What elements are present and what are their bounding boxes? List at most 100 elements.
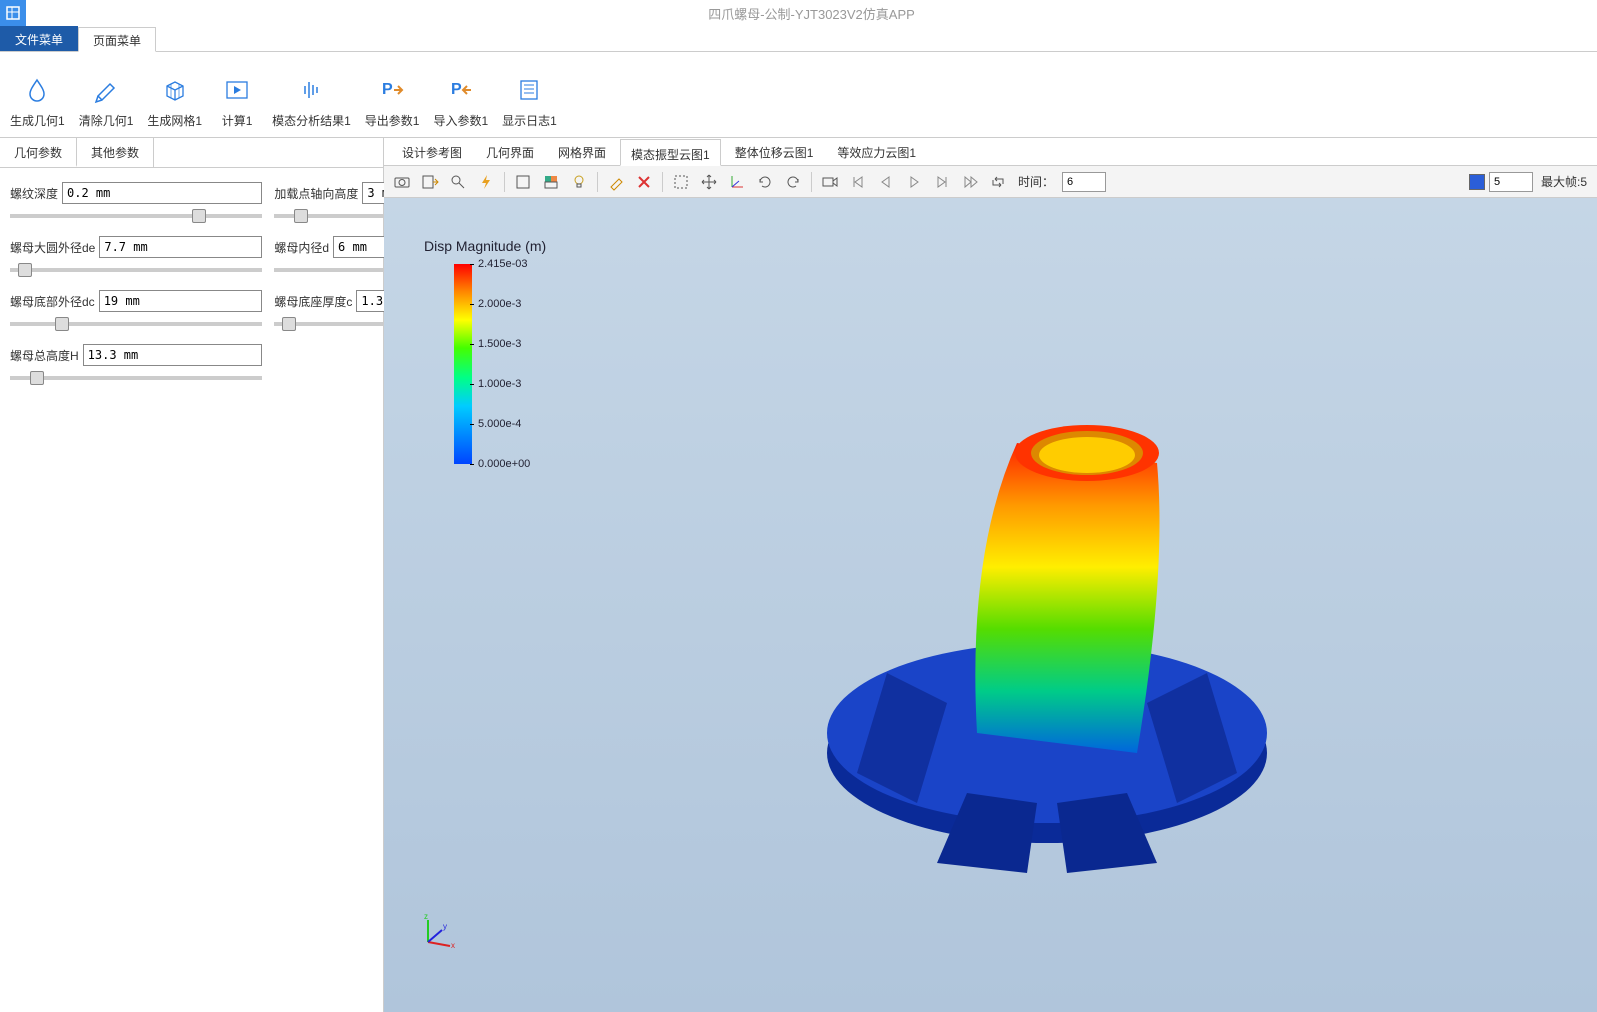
skip-end-icon[interactable] (958, 170, 982, 194)
ribbon-modal-result[interactable]: 模态分析结果1 (266, 58, 357, 131)
svg-text:z: z (424, 912, 428, 921)
ribbon-clear-geom[interactable]: 清除几何1 (73, 58, 140, 131)
waveform-icon (295, 74, 327, 106)
titlebar: 四爪螺母-公制-YJT3023V2仿真APP (0, 0, 1597, 26)
view-tab-1[interactable]: 几何界面 (476, 138, 544, 165)
view-tab-4[interactable]: 整体位移云图1 (725, 138, 824, 165)
lightbulb-icon[interactable] (567, 170, 591, 194)
move-icon[interactable] (697, 170, 721, 194)
legend-tick: 0.000e+00 (478, 458, 530, 470)
slider-thumb[interactable] (30, 371, 44, 385)
axes-icon[interactable] (725, 170, 749, 194)
view-tab-2[interactable]: 网格界面 (548, 138, 616, 165)
param-label: 螺母总高度H (10, 347, 79, 364)
param-label: 螺母底部外径dc (10, 293, 95, 310)
legend-tick: 1.000e-3 (478, 378, 521, 390)
app-title: 四爪螺母-公制-YJT3023V2仿真APP (26, 4, 1597, 23)
color-swatch[interactable] (1469, 174, 1485, 190)
canvas-3d[interactable]: Disp Magnitude (m) 2.415e-032.000e-31.50… (384, 198, 1597, 1012)
legend-colorbar: 2.415e-032.000e-31.500e-31.000e-35.000e-… (454, 264, 472, 464)
view-tab-0[interactable]: 设计参考图 (392, 138, 472, 165)
svg-text:y: y (443, 922, 447, 931)
ribbon-gen-mesh[interactable]: 生成网格1 (141, 58, 208, 131)
select-box-icon[interactable] (669, 170, 693, 194)
ribbon: 生成几何1 清除几何1 生成网格1 计算1 模态分析结果1 P 导出参数1 P … (0, 52, 1597, 138)
ribbon-import-param[interactable]: P 导入参数1 (427, 58, 494, 131)
slider-thumb[interactable] (282, 317, 296, 331)
param-label: 加载点轴向高度 (274, 185, 358, 202)
view-mode-icon[interactable] (511, 170, 535, 194)
brush-icon (90, 74, 122, 106)
delete-icon[interactable] (632, 170, 656, 194)
side-tab-geom[interactable]: 几何参数 (0, 138, 77, 167)
skip-start-icon[interactable] (846, 170, 870, 194)
lightning-icon[interactable] (474, 170, 498, 194)
play2-icon[interactable] (902, 170, 926, 194)
camera-icon[interactable] (390, 170, 414, 194)
param-input[interactable] (99, 290, 263, 312)
menu-tab-page[interactable]: 页面菜单 (78, 27, 156, 52)
legend-title: Disp Magnitude (m) (424, 238, 546, 254)
param-0: 螺纹深度 (10, 182, 262, 218)
legend-tick: 2.415e-03 (478, 258, 528, 270)
side-tab-other[interactable]: 其他参数 (77, 138, 154, 167)
max-frame-label: 最大帧:5 (1541, 173, 1587, 190)
prev-icon[interactable] (874, 170, 898, 194)
menu-tab-file[interactable]: 文件菜单 (0, 26, 78, 51)
side-tabs: 几何参数 其他参数 (0, 138, 383, 168)
view-toolbar: 时间： 最大帧:5 (384, 166, 1597, 198)
view-tab-3[interactable]: 模态振型云图1 (620, 139, 721, 166)
svg-text:P: P (382, 81, 393, 98)
param-4: 螺母底部外径dc (10, 290, 262, 326)
rotate-cw-icon[interactable] (781, 170, 805, 194)
rotate-ccw-icon[interactable] (753, 170, 777, 194)
ribbon-export-param[interactable]: P 导出参数1 (359, 58, 426, 131)
separator (662, 172, 663, 192)
param-label: 螺母大圆外径de (10, 239, 95, 256)
model-render (767, 353, 1327, 913)
param-slider[interactable] (10, 214, 262, 218)
color-mode-icon[interactable] (539, 170, 563, 194)
param-slider[interactable] (10, 376, 262, 380)
param-label: 螺母底座厚度c (274, 293, 352, 310)
export-image-icon[interactable] (418, 170, 442, 194)
svg-text:P: P (451, 81, 462, 98)
zoom-icon[interactable] (446, 170, 470, 194)
slider-thumb[interactable] (192, 209, 206, 223)
param-input[interactable] (62, 182, 262, 204)
param-6: 螺母总高度H (10, 344, 262, 380)
view-tabs: 设计参考图几何界面网格界面模态振型云图1整体位移云图1等效应力云图1 (384, 138, 1597, 166)
loop-icon[interactable] (986, 170, 1010, 194)
slider-thumb[interactable] (294, 209, 308, 223)
frame-input[interactable] (1489, 172, 1533, 192)
ribbon-show-log[interactable]: 显示日志1 (496, 58, 563, 131)
param-input[interactable] (83, 344, 263, 366)
separator (597, 172, 598, 192)
separator (811, 172, 812, 192)
next-icon[interactable] (930, 170, 954, 194)
app-icon (0, 0, 26, 26)
time-label: 时间： (1018, 173, 1054, 190)
ribbon-compute[interactable]: 计算1 (210, 58, 264, 131)
legend-tick: 5.000e-4 (478, 418, 521, 430)
legend-tick: 1.500e-3 (478, 338, 521, 350)
clear-icon[interactable] (604, 170, 628, 194)
param-label: 螺纹深度 (10, 185, 58, 202)
record-icon[interactable] (818, 170, 842, 194)
legend-tick: 2.000e-3 (478, 298, 521, 310)
separator (504, 172, 505, 192)
time-input[interactable] (1062, 172, 1106, 192)
view-tab-5[interactable]: 等效应力云图1 (827, 138, 926, 165)
slider-thumb[interactable] (18, 263, 32, 277)
param-label: 螺母内径d (274, 239, 329, 256)
ribbon-gen-geom[interactable]: 生成几何1 (4, 58, 71, 131)
menu-tabs: 文件菜单 页面菜单 (0, 26, 1597, 52)
slider-thumb[interactable] (55, 317, 69, 331)
param-slider[interactable] (10, 268, 262, 272)
droplet-icon (21, 74, 53, 106)
param-input[interactable] (99, 236, 262, 258)
play-icon (221, 74, 253, 106)
param-2: 螺母大圆外径de (10, 236, 262, 272)
param-slider[interactable] (10, 322, 262, 326)
viewer: 设计参考图几何界面网格界面模态振型云图1整体位移云图1等效应力云图1 (384, 138, 1597, 1012)
